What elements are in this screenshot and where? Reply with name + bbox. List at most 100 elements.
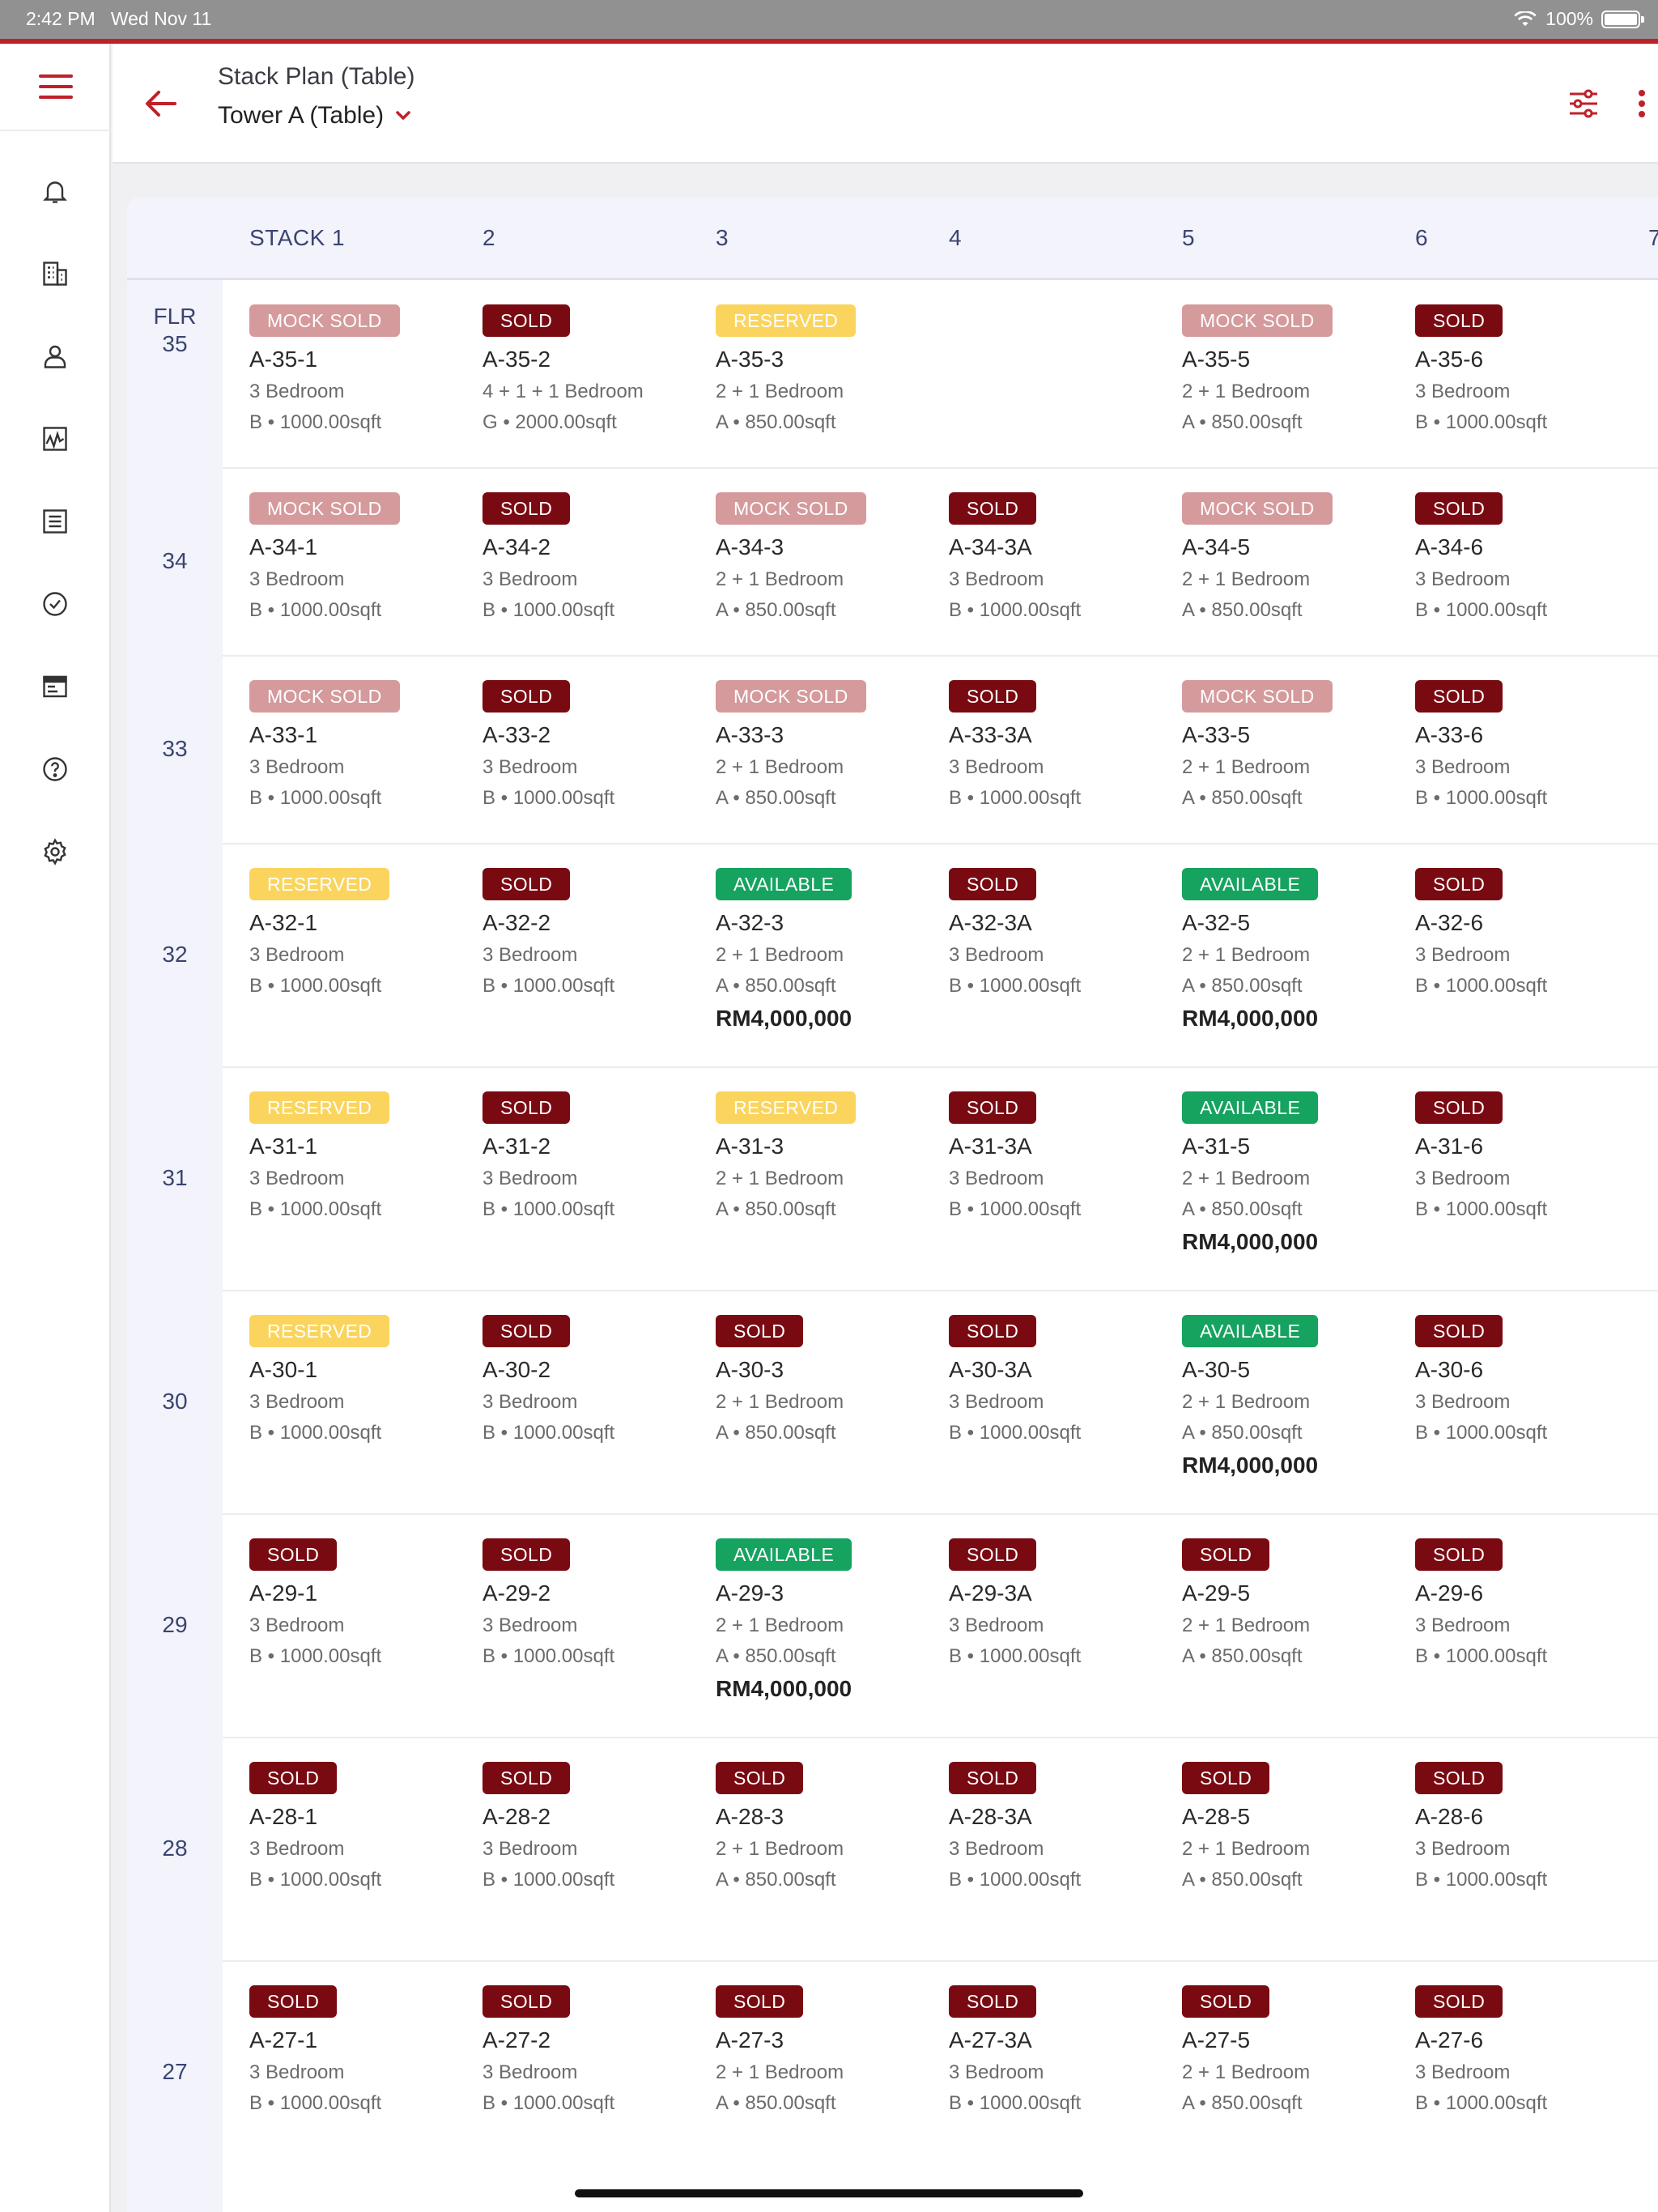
unit-cell[interactable]: SOLD A-31-6 3 Bedroom B • 1000.00sqft	[1415, 1091, 1650, 1221]
filter-button[interactable]	[1559, 79, 1608, 128]
sidebar-item-settings[interactable]	[36, 832, 74, 871]
unit-cell[interactable]: SOLD A-28-3 2 + 1 Bedroom A • 850.00sqft	[716, 1762, 950, 1891]
unit-type: 3 Bedroom	[249, 381, 345, 402]
unit-cell[interactable]: MOCK SOLD A-34-1 3 Bedroom B • 1000.00sqft	[249, 492, 484, 622]
menu-button[interactable]	[0, 44, 111, 131]
unit-cell[interactable]: AVAILABLE A-32-3 2 + 1 Bedroom A • 850.00sq…	[716, 868, 950, 1032]
unit-cell[interactable]: SOLD A-29-6 3 Bedroom B • 1000.00sqft	[1415, 1538, 1650, 1668]
sidebar-item-profile[interactable]	[36, 337, 74, 376]
unit-cell[interactable]: SOLD A-31-2 3 Bedroom B • 1000.00sqft	[483, 1091, 717, 1221]
unit-size: B • 1000.00sqft	[1415, 2092, 1548, 2114]
unit-size: A • 850.00sqft	[716, 2092, 836, 2114]
unit-price: RM4,000,000	[1182, 1229, 1319, 1254]
unit-number: A-31-5	[1182, 1134, 1251, 1159]
unit-cell[interactable]: SOLD A-29-1 3 Bedroom B • 1000.00sqft	[249, 1538, 484, 1668]
unit-cell[interactable]: SOLD A-33-2 3 Bedroom B • 1000.00sqft	[483, 680, 717, 810]
unit-cell[interactable]: SOLD A-30-3 2 + 1 Bedroom A • 850.00sqft	[716, 1315, 950, 1444]
unit-size: A • 850.00sqft	[716, 1645, 836, 1667]
unit-cell[interactable]: SOLD A-33-6 3 Bedroom B • 1000.00sqft	[1415, 680, 1650, 810]
floor-label: 31	[162, 1165, 188, 1190]
unit-cell[interactable]: SOLD A-27-3 2 + 1 Bedroom A • 850.00sqft	[716, 1985, 950, 2115]
unit-cell[interactable]: SOLD A-27-6 3 Bedroom B • 1000.00sqft	[1415, 1985, 1650, 2115]
unit-cell[interactable]: SOLD A-34-6 3 Bedroom B • 1000.00sqft	[1415, 492, 1650, 622]
unit-cell[interactable]: SOLD A-30-3A 3 Bedroom B • 1000.00sqft	[949, 1315, 1184, 1444]
tower-dropdown[interactable]: Tower A (Table)	[218, 102, 411, 130]
sidebar-item-buildings[interactable]	[36, 254, 74, 293]
unit-cell[interactable]: MOCK SOLD A-35-1 3 Bedroom B • 1000.00sqft	[249, 304, 484, 434]
unit-cell[interactable]: MOCK SOLD A-33-5 2 + 1 Bedroom A • 850.00sq…	[1182, 680, 1417, 810]
unit-cell[interactable]: SOLD A-27-3A 3 Bedroom B • 1000.00sqft	[949, 1985, 1184, 2115]
sidebar-item-list[interactable]	[36, 502, 74, 541]
unit-type: 3 Bedroom	[249, 1614, 345, 1636]
unit-cell[interactable]: SOLD A-35-2 4 + 1 + 1 Bedroom G • 2000.00sq…	[483, 304, 717, 434]
status-badge: SOLD	[1415, 1538, 1503, 1571]
unit-size: B • 1000.00sqft	[949, 1645, 1082, 1667]
unit-cell[interactable]: SOLD A-28-6 3 Bedroom B • 1000.00sqft	[1415, 1762, 1650, 1891]
column-header: 4	[949, 225, 963, 250]
home-indicator	[575, 2189, 1083, 2197]
unit-cell[interactable]: SOLD A-29-2 3 Bedroom B • 1000.00sqft	[483, 1538, 717, 1668]
unit-cell[interactable]: MOCK SOLD A-33-3 2 + 1 Bedroom A • 850.00sq…	[716, 680, 950, 810]
unit-cell[interactable]: SOLD A-34-3A 3 Bedroom B • 1000.00sqft	[949, 492, 1184, 622]
status-badge: SOLD	[949, 1985, 1037, 2018]
unit-type: 3 Bedroom	[949, 568, 1044, 590]
unit-cell[interactable]: SOLD A-31-3A 3 Bedroom B • 1000.00sqft	[949, 1091, 1184, 1221]
unit-cell[interactable]: SOLD A-32-2 3 Bedroom B • 1000.00sqft	[483, 868, 717, 998]
unit-cell[interactable]: SOLD A-29-3A 3 Bedroom B • 1000.00sqft	[949, 1538, 1184, 1668]
unit-size: A • 850.00sqft	[1182, 1422, 1303, 1444]
unit-cell[interactable]: RESERVED A-32-1 3 Bedroom B • 1000.00sqft	[249, 868, 484, 998]
column-header: 6	[1415, 225, 1429, 250]
unit-number: A-27-3	[716, 2027, 784, 2052]
unit-number: A-28-2	[483, 1804, 551, 1829]
unit-cell[interactable]: MOCK SOLD A-34-5 2 + 1 Bedroom A • 850.00sq…	[1182, 492, 1417, 622]
menu-icon	[38, 74, 73, 99]
unit-cell[interactable]: MOCK SOLD A-34-3 2 + 1 Bedroom A • 850.00sq…	[716, 492, 950, 622]
sidebar-item-billing[interactable]	[36, 667, 74, 706]
unit-cell[interactable]: SOLD A-27-2 3 Bedroom B • 1000.00sqft	[483, 1985, 717, 2115]
unit-type: 3 Bedroom	[1415, 944, 1511, 966]
unit-number: A-29-6	[1415, 1580, 1484, 1606]
building-icon	[43, 262, 67, 286]
unit-cell[interactable]: SOLD A-28-1 3 Bedroom B • 1000.00sqft	[249, 1762, 484, 1891]
unit-cell[interactable]: SOLD A-30-6 3 Bedroom B • 1000.00sqft	[1415, 1315, 1650, 1444]
unit-cell[interactable]: SOLD A-35-6 3 Bedroom B • 1000.00sqft	[1415, 304, 1650, 434]
unit-cell[interactable]: MOCK SOLD A-35-5 2 + 1 Bedroom A • 850.00sq…	[1182, 304, 1417, 434]
sidebar-item-tasks[interactable]	[36, 585, 74, 623]
unit-cell[interactable]: SOLD A-34-2 3 Bedroom B • 1000.00sqft	[483, 492, 717, 622]
unit-number: A-29-1	[249, 1580, 318, 1606]
unit-cell[interactable]: AVAILABLE A-32-5 2 + 1 Bedroom A • 850.00sq…	[1182, 868, 1417, 1032]
more-options-button[interactable]	[1626, 79, 1658, 128]
back-button[interactable]	[137, 79, 185, 128]
sidebar-item-notifications[interactable]	[36, 172, 74, 211]
unit-cell[interactable]: SOLD A-28-5 2 + 1 Bedroom A • 850.00sqft	[1182, 1762, 1417, 1891]
status-badge: SOLD	[249, 1985, 338, 2018]
status-badge: SOLD	[949, 492, 1037, 525]
unit-cell[interactable]: AVAILABLE A-30-5 2 + 1 Bedroom A • 850.00sq…	[1182, 1315, 1417, 1478]
unit-cell[interactable]: SOLD A-28-2 3 Bedroom B • 1000.00sqft	[483, 1762, 717, 1891]
unit-cell[interactable]: RESERVED A-31-3 2 + 1 Bedroom A • 850.00sqf…	[716, 1091, 950, 1221]
unit-type: 2 + 1 Bedroom	[1182, 381, 1311, 402]
unit-number: A-28-1	[249, 1804, 318, 1829]
sidebar-item-help[interactable]	[36, 750, 74, 789]
unit-cell[interactable]: SOLD A-30-2 3 Bedroom B • 1000.00sqft	[483, 1315, 717, 1444]
unit-cell[interactable]: SOLD A-27-1 3 Bedroom B • 1000.00sqft	[249, 1985, 484, 2115]
unit-cell[interactable]: MOCK SOLD A-33-1 3 Bedroom B • 1000.00sqft	[249, 680, 484, 810]
unit-cell[interactable]: RESERVED A-35-3 2 + 1 Bedroom A • 850.00sqf…	[716, 304, 950, 434]
unit-cell[interactable]: SOLD A-29-5 2 + 1 Bedroom A • 850.00sqft	[1182, 1538, 1417, 1668]
unit-cell[interactable]: RESERVED A-31-1 3 Bedroom B • 1000.00sqft	[249, 1091, 484, 1221]
unit-cell[interactable]: SOLD A-33-3A 3 Bedroom B • 1000.00sqft	[949, 680, 1184, 810]
status-badge: AVAILABLE	[1182, 868, 1319, 900]
unit-cell[interactable]: SOLD A-32-3A 3 Bedroom B • 1000.00sqft	[949, 868, 1184, 998]
unit-number: A-30-6	[1415, 1357, 1484, 1382]
list-icon	[43, 509, 67, 534]
unit-type: 3 Bedroom	[1415, 1614, 1511, 1636]
unit-cell[interactable]: RESERVED A-30-1 3 Bedroom B • 1000.00sqft	[249, 1315, 484, 1444]
chart-icon	[43, 427, 67, 451]
unit-cell[interactable]: SOLD A-28-3A 3 Bedroom B • 1000.00sqft	[949, 1762, 1184, 1891]
status-badge: RESERVED	[716, 1091, 857, 1124]
unit-cell[interactable]: AVAILABLE A-31-5 2 + 1 Bedroom A • 850.00sq…	[1182, 1091, 1417, 1255]
unit-cell[interactable]: AVAILABLE A-29-3 2 + 1 Bedroom A • 850.00sq…	[716, 1538, 950, 1702]
unit-cell[interactable]: SOLD A-27-5 2 + 1 Bedroom A • 850.00sqft	[1182, 1985, 1417, 2115]
sidebar-item-analytics[interactable]	[36, 419, 74, 458]
unit-cell[interactable]: SOLD A-32-6 3 Bedroom B • 1000.00sqft	[1415, 868, 1650, 998]
